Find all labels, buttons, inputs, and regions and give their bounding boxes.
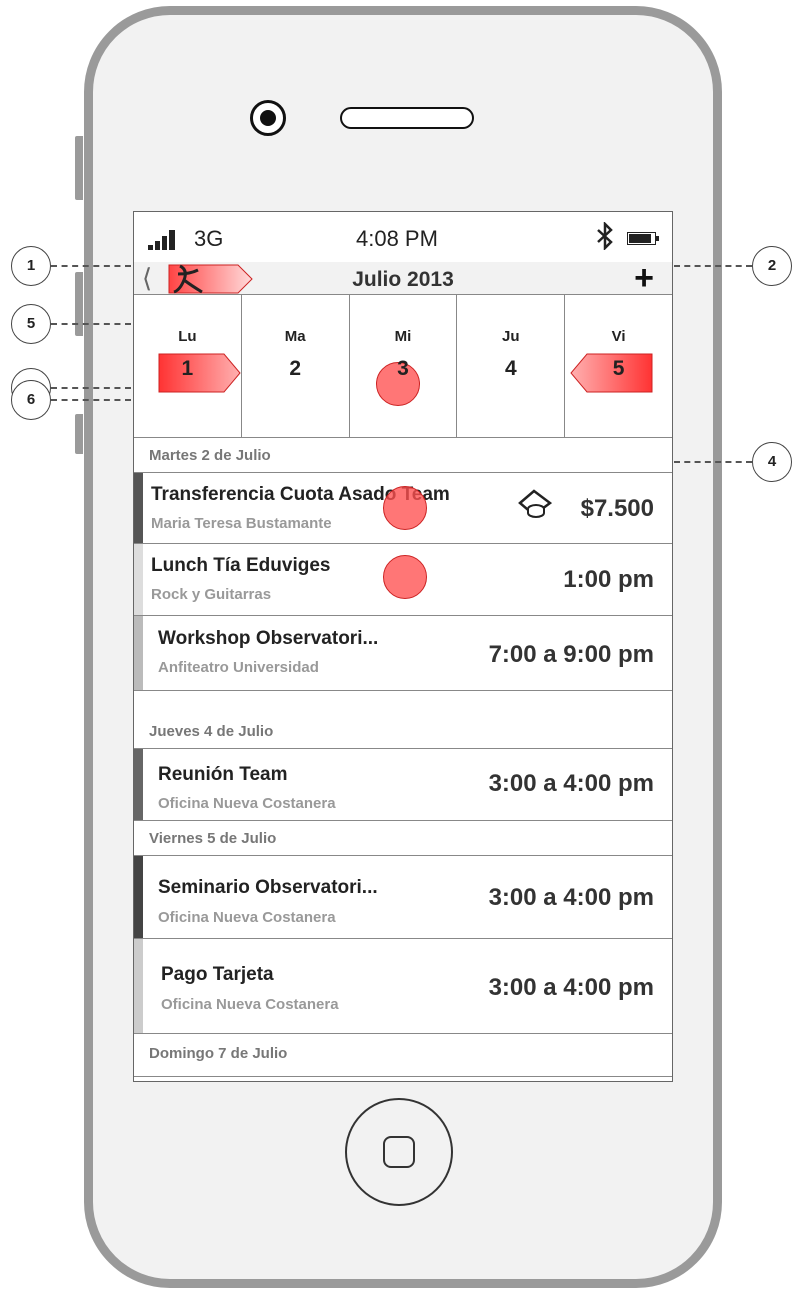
day-name: Ju bbox=[502, 328, 520, 345]
callout-leader bbox=[674, 461, 752, 463]
section-date: Martes 2 de Julio bbox=[149, 447, 271, 464]
day-cell-monday[interactable]: Lu 1 bbox=[134, 295, 242, 437]
event-subtitle: Oficina Nueva Costanera bbox=[161, 996, 339, 1013]
battery-icon bbox=[627, 232, 659, 245]
day-number: 5 bbox=[612, 357, 625, 380]
signal-strength-icon bbox=[148, 230, 175, 250]
touch-indicator-dot bbox=[383, 555, 427, 599]
event-color-bar bbox=[134, 856, 143, 938]
callout-marker: 4 bbox=[752, 442, 792, 482]
event-amount: $7.500 bbox=[580, 495, 654, 522]
section-header: Jueves 4 de Julio bbox=[134, 714, 672, 749]
screen: 3G 4:08 PM ⟨ Julio 2013 + Lu 1 Ma 2 Mi 3… bbox=[133, 211, 673, 1082]
callout-leader bbox=[51, 387, 131, 389]
event-subtitle: Oficina Nueva Costanera bbox=[158, 909, 336, 926]
status-bar: 3G 4:08 PM bbox=[134, 212, 672, 263]
nav-bar: ⟨ Julio 2013 + bbox=[134, 259, 672, 297]
section-header: Martes 2 de Julio bbox=[134, 438, 672, 473]
home-square-icon bbox=[383, 1136, 415, 1168]
day-number: 4 bbox=[504, 357, 517, 380]
event-color-bar bbox=[134, 939, 143, 1033]
day-number: 1 bbox=[181, 357, 194, 380]
callout-leader bbox=[51, 399, 131, 401]
day-cell-friday[interactable]: Vi 5 bbox=[565, 295, 672, 437]
volume-down-button bbox=[75, 414, 83, 454]
volume-up-button bbox=[75, 272, 83, 336]
event-title: Pago Tarjeta bbox=[161, 964, 274, 985]
section-date: Jueves 4 de Julio bbox=[149, 723, 274, 740]
event-color-bar bbox=[134, 749, 143, 820]
day-name: Lu bbox=[178, 328, 197, 345]
event-time: 3:00 a 4:00 pm bbox=[488, 974, 654, 1001]
bluetooth-icon bbox=[597, 222, 613, 250]
event-row[interactable]: Pago Tarjeta Oficina Nueva Costanera 3:0… bbox=[134, 939, 672, 1034]
callout-leader bbox=[51, 323, 131, 325]
event-subtitle: Anfiteatro Universidad bbox=[158, 659, 319, 676]
event-subtitle: Oficina Nueva Costanera bbox=[158, 795, 336, 812]
network-type: 3G bbox=[194, 226, 224, 251]
section-date: Domingo 7 de Julio bbox=[149, 1045, 288, 1062]
event-row[interactable]: Transferencia Cuota Asado Team Maria Ter… bbox=[134, 473, 672, 544]
event-title: Lunch Tía Eduviges bbox=[151, 555, 331, 576]
status-time: 4:08 PM bbox=[356, 226, 438, 251]
event-title: Workshop Observatori... bbox=[158, 628, 379, 649]
day-number: 2 bbox=[289, 357, 302, 380]
event-row[interactable]: Seminario Observatori... Oficina Nueva C… bbox=[134, 856, 672, 939]
add-event-button[interactable]: + bbox=[634, 259, 654, 297]
day-cell-wednesday[interactable]: Mi 3 bbox=[350, 295, 458, 437]
callout-leader bbox=[674, 265, 752, 267]
event-subtitle: Rock y Guitarras bbox=[151, 586, 272, 603]
callout-leader bbox=[51, 265, 131, 267]
event-time: 3:00 a 4:00 pm bbox=[488, 884, 654, 911]
silent-switch bbox=[75, 136, 83, 200]
event-row[interactable]: Lunch Tía Eduviges Rock y Guitarras 1:00… bbox=[134, 544, 672, 616]
camera-icon bbox=[250, 100, 286, 136]
day-number: 3 bbox=[397, 357, 409, 380]
home-button[interactable] bbox=[345, 1098, 453, 1206]
day-name: Ma bbox=[284, 328, 306, 345]
payment-icon bbox=[518, 489, 552, 518]
day-cell-thursday[interactable]: Ju 4 bbox=[457, 295, 566, 437]
event-time: 3:00 a 4:00 pm bbox=[488, 770, 654, 797]
week-strip: Lu 1 Ma 2 Mi 3 Ju 4 Vi 5 bbox=[134, 295, 672, 438]
section-header: Viernes 5 de Julio bbox=[134, 821, 672, 856]
event-time: 7:00 a 9:00 pm bbox=[488, 641, 654, 668]
event-title: Reunión Team bbox=[158, 764, 288, 785]
event-row[interactable]: Reunión Team Oficina Nueva Costanera 3:0… bbox=[134, 749, 672, 821]
callout-marker: 6 bbox=[11, 380, 51, 420]
day-cell-tuesday[interactable]: Ma 2 bbox=[242, 295, 350, 437]
callout-marker: 2 bbox=[752, 246, 792, 286]
event-time: 1:00 pm bbox=[563, 566, 654, 593]
event-title: Seminario Observatori... bbox=[158, 877, 378, 898]
speaker-grille bbox=[340, 107, 474, 129]
day-name: Vi bbox=[611, 328, 626, 345]
callout-marker: 1 bbox=[11, 246, 51, 286]
event-color-bar bbox=[134, 544, 143, 615]
section-header: Domingo 7 de Julio bbox=[134, 1034, 672, 1077]
callout-marker: 5 bbox=[11, 304, 51, 344]
touch-indicator-dot bbox=[383, 486, 427, 530]
month-title: Julio 2013 bbox=[352, 268, 454, 291]
event-color-bar bbox=[134, 616, 143, 690]
event-subtitle: Maria Teresa Bustamante bbox=[151, 515, 332, 532]
event-color-bar bbox=[134, 473, 143, 543]
day-name: Mi bbox=[394, 328, 412, 345]
section-date: Viernes 5 de Julio bbox=[149, 830, 277, 847]
event-row[interactable]: Workshop Observatori... Anfiteatro Unive… bbox=[134, 616, 672, 691]
